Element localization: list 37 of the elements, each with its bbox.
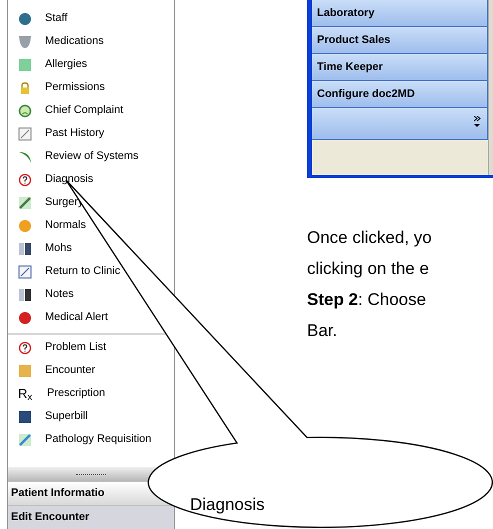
sidebar-item[interactable]: Allergies <box>8 53 174 76</box>
padlock-icon <box>18 80 32 94</box>
sidebar-item[interactable]: R$_{x}$ Prescription <box>8 382 174 405</box>
sidebar-item[interactable]: Notes <box>8 283 174 306</box>
rx-glyph: R$_{x}$ <box>18 387 34 400</box>
sidebar-item[interactable]: Pathology Requisition <box>8 428 174 451</box>
nav-panel-button[interactable]: Configure doc2MD <box>312 81 488 108</box>
sidebar-item[interactable]: Diagnosis <box>8 168 174 191</box>
sidebar-item[interactable]: Staff <box>8 7 174 30</box>
columns-icon <box>18 242 32 256</box>
bowl-icon <box>18 34 32 48</box>
nav-panel-button[interactable]: Time Keeper <box>312 54 488 81</box>
sidebar-item[interactable]: Encounter <box>8 359 174 382</box>
document-text: Once clicked, yo <box>307 227 433 249</box>
sidebar-item[interactable]: Medical Alert <box>8 306 174 329</box>
document-text: clicking on the e <box>307 258 430 280</box>
sidebar-item[interactable]: Review of Systems <box>8 145 174 168</box>
sidebar-item[interactable]: Medications <box>8 30 174 53</box>
sidebar-item[interactable]: Problem List <box>8 336 174 359</box>
frown-face-icon <box>18 104 32 118</box>
document-text: Step 2: Choose <box>307 289 428 311</box>
sidebar-item[interactable]: Permissions <box>8 76 174 99</box>
sidebar-item[interactable]: Chief Complaint <box>8 99 174 122</box>
sidebar-item[interactable]: Normals <box>8 214 174 237</box>
nav-bar-button[interactable]: Edit Encounter <box>8 505 174 529</box>
sidebar-item[interactable]: Return to Clinic <box>8 260 174 283</box>
sidebar-item[interactable]: Mohs <box>8 237 174 260</box>
nav-panel-button[interactable]: Product Sales <box>312 27 488 54</box>
sidebar-item[interactable]: Superbill <box>8 405 174 428</box>
document-text: Bar. <box>307 320 338 342</box>
question-circle-icon <box>18 172 32 186</box>
callout-label: Diagnosis <box>190 494 265 516</box>
leaf-icon <box>18 150 32 164</box>
sidebar-item[interactable]: Past History <box>8 122 174 145</box>
chevron-more-icon[interactable] <box>474 116 481 128</box>
question-circle-icon <box>18 340 32 354</box>
nav-panel-button[interactable]: Laboratory <box>312 0 488 27</box>
